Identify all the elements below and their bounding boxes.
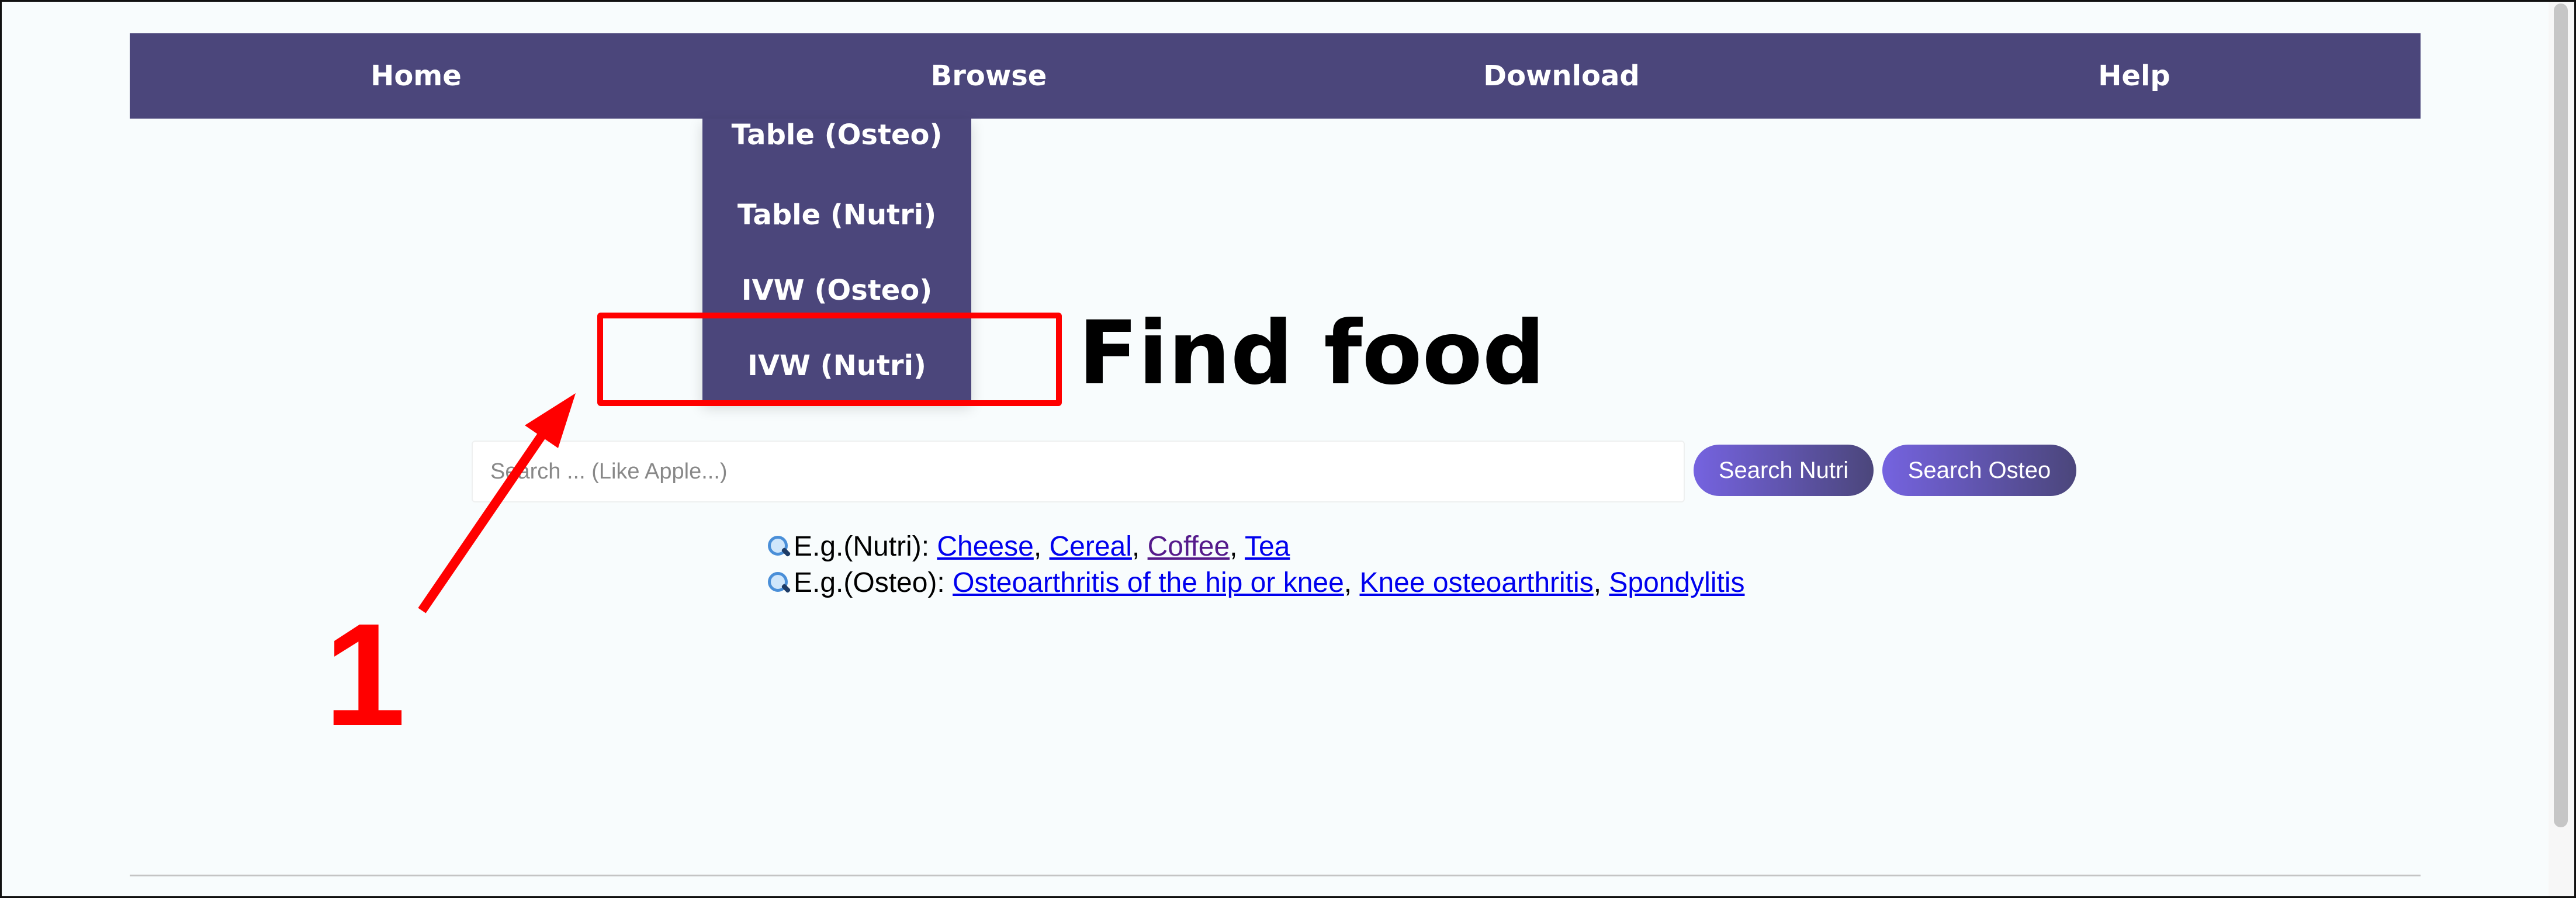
example-link-knee-osteoarthritis[interactable]: Knee osteoarthritis <box>1359 567 1593 598</box>
footer-divider <box>130 875 2421 876</box>
dropdown-item-table-nutri[interactable]: Table (Nutri) <box>702 177 971 252</box>
example-link-osteoarthritis-hip-knee[interactable]: Osteoarthritis of the hip or knee <box>953 567 1344 598</box>
example-link-coffee[interactable]: Coffee <box>1148 531 1230 562</box>
nav-download[interactable]: Download <box>1275 33 1848 119</box>
nav-browse[interactable]: Browse <box>702 33 1275 119</box>
examples-osteo-prefix: E.g.(Osteo): <box>794 567 945 598</box>
nav-help[interactable]: Help <box>1848 33 2421 119</box>
dropdown-item-table-osteo[interactable]: Table (Osteo) <box>702 119 971 177</box>
magnifier-icon <box>767 535 791 558</box>
search-osteo-button[interactable]: Search Osteo <box>1882 445 2076 496</box>
scrollbar-thumb[interactable] <box>2554 4 2568 827</box>
annotation-highlight-box <box>597 313 1062 406</box>
search-nutri-button[interactable]: Search Nutri <box>1694 445 1874 496</box>
examples-block: E.g.(Nutri): Cheese, Cereal, Coffee, Tea… <box>767 529 1745 601</box>
example-link-cheese[interactable]: Cheese <box>937 531 1033 562</box>
example-link-cereal[interactable]: Cereal <box>1050 531 1132 562</box>
search-input[interactable] <box>472 441 1685 502</box>
page-title: Find food <box>1078 303 1545 404</box>
examples-osteo-line: E.g.(Osteo): Osteoarthritis of the hip o… <box>767 565 1745 601</box>
annotation-step-number: 1 <box>324 593 406 756</box>
top-navbar: Home Browse Download Help <box>130 33 2421 119</box>
magnifier-icon <box>767 571 791 594</box>
nav-home[interactable]: Home <box>130 33 702 119</box>
example-link-tea[interactable]: Tea <box>1245 531 1290 562</box>
example-link-spondylitis[interactable]: Spondylitis <box>1609 567 1744 598</box>
examples-nutri-line: E.g.(Nutri): Cheese, Cereal, Coffee, Tea <box>767 529 1745 565</box>
examples-nutri-prefix: E.g.(Nutri): <box>794 531 930 562</box>
